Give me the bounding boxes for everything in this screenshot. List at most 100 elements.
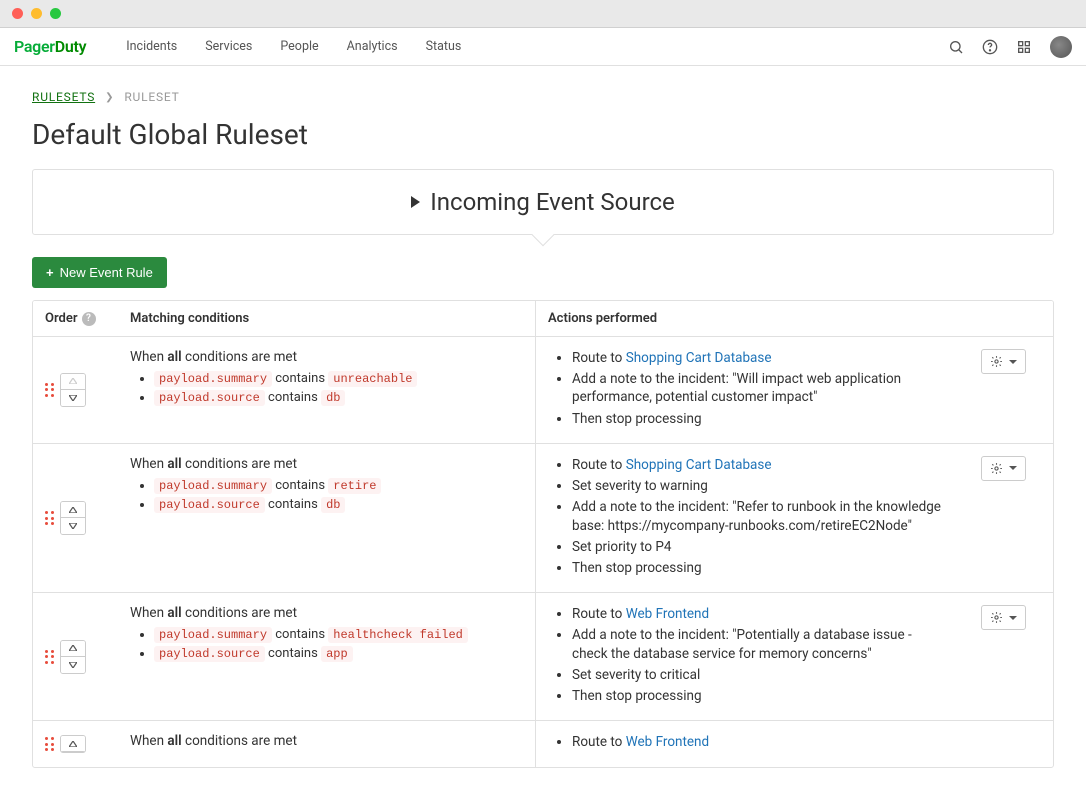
breadcrumb-root[interactable]: RULESETS <box>32 90 95 104</box>
chevron-right-icon: ❯ <box>105 92 114 103</box>
condition-item: payload.source contains app <box>154 646 523 661</box>
route-destination-link[interactable]: Web Frontend <box>626 606 709 622</box>
condition-item: payload.summary contains healthcheck fai… <box>154 627 523 642</box>
top-navigation: PagerDuty Incidents Services People Anal… <box>0 28 1086 66</box>
action-list: Route to Shopping Cart Database Add a not… <box>548 349 941 428</box>
condition-item: payload.source contains db <box>154 390 523 405</box>
move-down-button[interactable] <box>61 518 85 534</box>
brand-logo[interactable]: PagerDuty <box>14 37 86 56</box>
nav-link-people[interactable]: People <box>280 39 318 54</box>
when-line: When all conditions are met <box>130 605 523 621</box>
caret-down-icon <box>1009 616 1017 620</box>
caret-down-icon <box>1009 360 1017 364</box>
help-icon[interactable] <box>982 39 998 55</box>
breadcrumb-current: RULESET <box>124 90 179 104</box>
condition-operator: contains <box>265 497 321 512</box>
nav-right <box>948 36 1072 58</box>
condition-field: payload.source <box>154 646 265 662</box>
condition-field: payload.summary <box>154 478 272 494</box>
move-up-button[interactable] <box>61 641 85 657</box>
route-destination-link[interactable]: Shopping Cart Database <box>626 350 772 366</box>
gear-icon <box>990 355 1003 368</box>
incoming-event-source-panel[interactable]: Incoming Event Source <box>32 169 1054 235</box>
gear-icon <box>990 611 1003 624</box>
panel-notch <box>532 224 555 247</box>
order-cell <box>33 337 118 443</box>
avatar[interactable] <box>1050 36 1072 58</box>
header-conditions: Matching conditions <box>118 301 536 336</box>
rule-row: When all conditions are met payload.summa… <box>33 593 1053 721</box>
apps-icon[interactable] <box>1016 39 1032 55</box>
order-arrows <box>60 640 86 674</box>
nav-link-status[interactable]: Status <box>426 39 462 54</box>
order-help-icon[interactable]: ? <box>82 312 96 326</box>
rule-settings-dropdown[interactable] <box>981 605 1026 630</box>
new-event-rule-button[interactable]: + New Event Rule <box>32 257 167 288</box>
controls-cell <box>953 444 1053 592</box>
page-content: RULESETS ❯ RULESET Default Global Rulese… <box>0 66 1086 792</box>
action-item: Add a note to the incident: "Potentially… <box>572 626 941 662</box>
actions-cell: Route to Shopping Cart Database Add a not… <box>536 337 953 443</box>
condition-value: app <box>321 646 353 662</box>
header-actions: Actions performed <box>536 301 953 336</box>
condition-value: db <box>321 390 345 406</box>
condition-field: payload.summary <box>154 371 272 387</box>
header-order-label: Order <box>45 311 78 326</box>
action-list: Route to Web Frontend Add a note to the i… <box>548 605 941 705</box>
action-item: Route to Web Frontend <box>572 733 941 751</box>
move-up-button[interactable] <box>61 502 85 518</box>
drag-handle-icon[interactable] <box>45 383 54 397</box>
nav-link-analytics[interactable]: Analytics <box>347 39 398 54</box>
window-maximize-button[interactable] <box>50 8 61 19</box>
action-item: Then stop processing <box>572 410 941 428</box>
action-item: Route to Shopping Cart Database <box>572 456 941 474</box>
condition-operator: contains <box>265 390 321 405</box>
move-down-button[interactable] <box>61 657 85 673</box>
nav-link-services[interactable]: Services <box>205 39 252 54</box>
when-line: When all conditions are met <box>130 349 523 365</box>
action-list: Route to Shopping Cart DatabaseSet sever… <box>548 456 941 577</box>
route-destination-link[interactable]: Web Frontend <box>626 734 709 750</box>
conditions-cell: When all conditions are met payload.summa… <box>118 337 536 443</box>
condition-operator: contains <box>272 478 328 493</box>
drag-handle-icon[interactable] <box>45 650 54 664</box>
actions-cell: Route to Shopping Cart DatabaseSet sever… <box>536 444 953 592</box>
action-item: Route to Web Frontend <box>572 605 941 623</box>
breadcrumb: RULESETS ❯ RULESET <box>32 90 1054 104</box>
drag-handle-icon[interactable] <box>45 737 54 751</box>
action-item: Set severity to critical <box>572 666 941 684</box>
drag-handle-icon[interactable] <box>45 511 54 525</box>
browser-chrome <box>0 0 1086 28</box>
actions-cell: Route to Web Frontend <box>536 721 953 767</box>
window-minimize-button[interactable] <box>31 8 42 19</box>
controls-cell <box>953 593 1053 720</box>
rule-settings-dropdown[interactable] <box>981 456 1026 481</box>
nav-link-incidents[interactable]: Incidents <box>126 39 177 54</box>
condition-value: healthcheck failed <box>328 627 468 643</box>
move-up-button[interactable] <box>61 736 85 752</box>
page-title: Default Global Ruleset <box>32 118 1054 151</box>
action-item: Route to Shopping Cart Database <box>572 349 941 367</box>
plus-icon: + <box>46 265 54 280</box>
when-line: When all conditions are met <box>130 456 523 472</box>
play-icon <box>411 196 420 208</box>
action-item: Add a note to the incident: "Will impact… <box>572 370 941 406</box>
search-icon[interactable] <box>948 39 964 55</box>
condition-operator: contains <box>272 627 328 642</box>
brand-part1: Pager <box>14 37 55 56</box>
conditions-cell: When all conditions are met payload.summa… <box>118 593 536 720</box>
rule-row: When all conditions are met payload.summa… <box>33 337 1053 444</box>
condition-list: payload.summary contains healthcheck fai… <box>130 627 523 661</box>
event-source-title: Incoming Event Source <box>430 188 675 216</box>
rule-settings-dropdown[interactable] <box>981 349 1026 374</box>
condition-field: payload.source <box>154 497 265 513</box>
move-down-button[interactable] <box>61 390 85 406</box>
route-destination-link[interactable]: Shopping Cart Database <box>626 457 772 473</box>
gear-icon <box>990 462 1003 475</box>
order-arrows <box>60 373 86 407</box>
action-item: Then stop processing <box>572 559 941 577</box>
header-controls <box>953 301 1053 336</box>
new-rule-button-label: New Event Rule <box>60 265 153 280</box>
condition-item: payload.source contains db <box>154 497 523 512</box>
window-close-button[interactable] <box>12 8 23 19</box>
